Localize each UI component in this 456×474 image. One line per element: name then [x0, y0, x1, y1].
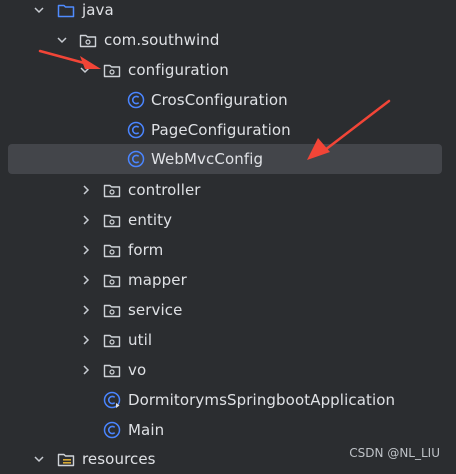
tree-row-page-configuration[interactable]: PageConfiguration	[0, 115, 456, 145]
class-icon	[103, 421, 121, 439]
chevron-right-icon[interactable]	[81, 365, 91, 375]
tree-row-label: form	[128, 241, 164, 259]
tree-row-label: service	[128, 301, 183, 319]
package-icon	[103, 362, 121, 378]
tree-row-java[interactable]: java	[0, 0, 456, 25]
tree-row-label: entity	[128, 211, 173, 229]
chevron-right-icon[interactable]	[81, 215, 91, 225]
class-icon	[127, 150, 145, 168]
resources-folder-icon	[57, 451, 75, 467]
package-icon	[103, 332, 121, 348]
tree-row-form[interactable]: form	[0, 235, 456, 265]
package-icon	[103, 302, 121, 318]
package-icon	[103, 62, 121, 78]
project-tree: java com.southwind configuration CrosCon…	[0, 0, 456, 470]
chevron-right-icon[interactable]	[81, 185, 91, 195]
tree-row-label: DormitorymsSpringbootApplication	[128, 391, 396, 409]
tree-row-label: mapper	[128, 271, 187, 289]
tree-row-label: util	[128, 331, 153, 349]
chevron-down-icon[interactable]	[34, 454, 44, 464]
tree-row-vo[interactable]: vo	[0, 355, 456, 385]
package-icon	[103, 272, 121, 288]
tree-row-main[interactable]: Main	[0, 415, 456, 445]
tree-row-com-southwind[interactable]: com.southwind	[0, 25, 456, 55]
tree-row-controller[interactable]: controller	[0, 175, 456, 205]
watermark-text: CSDN @NL_LIU	[349, 446, 440, 460]
tree-row-service[interactable]: service	[0, 295, 456, 325]
package-icon	[103, 242, 121, 258]
chevron-right-icon[interactable]	[81, 335, 91, 345]
tree-row-mapper[interactable]: mapper	[0, 265, 456, 295]
tree-row-label: WebMvcConfig	[151, 150, 264, 168]
package-icon	[79, 32, 97, 48]
tree-row-label: PageConfiguration	[151, 121, 291, 139]
class-icon	[127, 121, 145, 139]
tree-row-configuration[interactable]: configuration	[0, 55, 456, 85]
tree-row-dormitoryms-application[interactable]: DormitorymsSpringbootApplication	[0, 385, 456, 415]
folder-source-icon	[57, 2, 75, 18]
chevron-right-icon[interactable]	[81, 245, 91, 255]
package-icon	[103, 182, 121, 198]
chevron-down-icon[interactable]	[34, 5, 44, 15]
chevron-down-icon[interactable]	[57, 35, 67, 45]
tree-row-cros-configuration[interactable]: CrosConfiguration	[0, 85, 456, 115]
class-icon	[127, 91, 145, 109]
tree-row-label: CrosConfiguration	[151, 91, 288, 109]
tree-row-label: java	[82, 1, 114, 19]
tree-row-util[interactable]: util	[0, 325, 456, 355]
tree-row-label: com.southwind	[104, 31, 220, 49]
package-icon	[103, 212, 121, 228]
tree-row-label: configuration	[128, 61, 229, 79]
tree-row-label: controller	[128, 181, 201, 199]
chevron-down-icon[interactable]	[80, 65, 90, 75]
tree-row-webmvcconfig[interactable]: WebMvcConfig	[8, 144, 442, 174]
chevron-right-icon[interactable]	[81, 275, 91, 285]
tree-row-entity[interactable]: entity	[0, 205, 456, 235]
chevron-right-icon[interactable]	[81, 305, 91, 315]
tree-row-label: Main	[128, 421, 165, 439]
spring-class-icon	[103, 391, 121, 409]
tree-row-label: vo	[128, 361, 147, 379]
